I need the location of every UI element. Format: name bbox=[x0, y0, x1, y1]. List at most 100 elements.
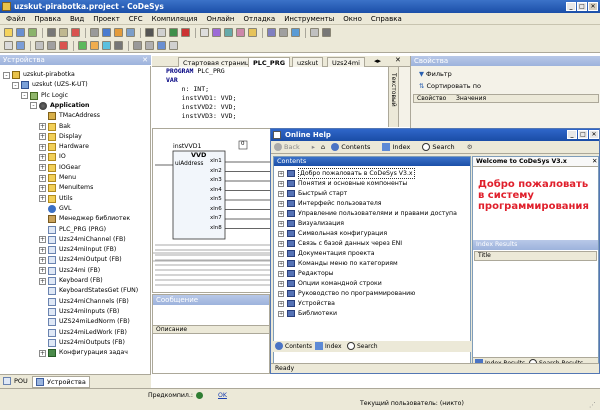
menu-item[interactable]: CFC bbox=[129, 15, 143, 23]
tree-item[interactable]: Менеджер библиотек bbox=[39, 214, 130, 224]
tree-item[interactable]: UZS24miLedNorm (FB) bbox=[39, 317, 130, 327]
tree-item[interactable]: + IOGear bbox=[39, 163, 81, 173]
fbd-editor[interactable]: instVVD1 0 VVD uiAddress xln1 xln2 xln3 xln… bbox=[152, 128, 277, 293]
toolbar-button-icon[interactable] bbox=[181, 28, 190, 37]
expand-icon[interactable]: + bbox=[39, 184, 46, 192]
toolbar-button-icon[interactable] bbox=[114, 28, 123, 37]
expand-icon[interactable]: + bbox=[278, 240, 284, 247]
resize-grip-icon[interactable]: ⋰ bbox=[589, 401, 596, 409]
menu-item[interactable]: Правка bbox=[34, 15, 61, 23]
expand-icon[interactable]: + bbox=[39, 246, 46, 254]
code-editor[interactable]: PROGRAM PLC_PRG VAR n: INT; instVVD1: VVD… bbox=[152, 67, 388, 127]
help-minimize-button[interactable]: _ bbox=[567, 130, 577, 139]
expand-icon[interactable]: + bbox=[278, 260, 284, 267]
toolbar-button-icon[interactable] bbox=[310, 28, 319, 37]
expand-icon[interactable]: + bbox=[278, 270, 284, 277]
precompile-status[interactable]: OK bbox=[218, 392, 227, 399]
text-view-tab[interactable]: Текстовый bbox=[390, 73, 397, 107]
messages-column-header[interactable]: Описание bbox=[153, 325, 269, 334]
toolbar-button-icon[interactable] bbox=[90, 28, 99, 37]
back-button[interactable]: Back bbox=[274, 143, 306, 151]
tree-item[interactable]: + IO bbox=[39, 152, 66, 162]
tree-item[interactable]: + Hardware bbox=[39, 142, 89, 152]
tree-item[interactable]: + Uzs24miInput (FB) bbox=[39, 245, 116, 255]
toolbar-button-icon[interactable] bbox=[291, 28, 300, 37]
tree-item[interactable]: + Uzs24miOutput (FB) bbox=[39, 255, 122, 265]
menu-item[interactable]: Онлайн bbox=[206, 15, 234, 23]
tree-item[interactable]: + Uzs24mi (FB) bbox=[39, 266, 100, 276]
toolbar-button-icon[interactable] bbox=[157, 28, 166, 37]
toolbar-button-icon[interactable] bbox=[47, 28, 56, 37]
tab-uzskut[interactable]: uzskut bbox=[292, 57, 324, 67]
tab-scroll-icon[interactable]: ◂▸ bbox=[374, 57, 381, 65]
expand-icon[interactable]: + bbox=[278, 280, 284, 287]
tab-index[interactable]: Index bbox=[315, 342, 342, 350]
toolbar-button-icon[interactable] bbox=[16, 41, 25, 50]
help-contents-item[interactable]: + Опции командной строки bbox=[278, 279, 382, 288]
expand-icon[interactable]: + bbox=[278, 310, 284, 317]
toolbar-button-icon[interactable] bbox=[224, 28, 233, 37]
collapse-icon[interactable]: - bbox=[30, 102, 37, 110]
expand-icon[interactable]: + bbox=[278, 170, 284, 177]
sort-dropdown[interactable]: ⇅ Сортировать по bbox=[419, 82, 481, 90]
editor-close-icon[interactable]: ✕ bbox=[395, 56, 401, 64]
expand-icon[interactable]: + bbox=[39, 349, 46, 357]
toolbar-button-icon[interactable] bbox=[126, 28, 135, 37]
expand-icon[interactable]: + bbox=[39, 195, 46, 203]
collapse-icon[interactable]: - bbox=[3, 71, 10, 79]
panel-close-icon[interactable]: ✕ bbox=[142, 55, 148, 65]
toolbar-button-icon[interactable] bbox=[59, 41, 68, 50]
welcome-tab[interactable]: Welcome to CoDeSys V3.x bbox=[473, 157, 598, 167]
toolbar-button-icon[interactable] bbox=[248, 28, 257, 37]
help-contents-item[interactable]: + Понятия и основные компоненты bbox=[278, 179, 407, 188]
expand-icon[interactable]: + bbox=[39, 174, 46, 182]
collapse-icon[interactable]: - bbox=[12, 81, 19, 89]
column-property[interactable]: Свойство bbox=[417, 95, 446, 102]
toolbar-button-icon[interactable] bbox=[90, 41, 99, 50]
tree-item[interactable]: - uzskut-pirabotka bbox=[3, 70, 75, 80]
menu-item[interactable]: Вид bbox=[70, 15, 84, 23]
help-contents-item[interactable]: + Символьная конфигурация bbox=[278, 229, 387, 238]
tab-devices[interactable]: Устройства bbox=[32, 376, 90, 388]
menu-item[interactable]: Компиляция bbox=[152, 15, 198, 23]
toolbar-button-icon[interactable] bbox=[212, 28, 221, 37]
toolbar-button-icon[interactable] bbox=[102, 28, 111, 37]
tree-item[interactable]: + Utils bbox=[39, 194, 73, 204]
tree-item[interactable]: TMacAddress bbox=[39, 111, 100, 121]
expand-icon[interactable]: + bbox=[39, 123, 46, 130]
tree-item[interactable]: - uzskut (UZS-K-UT) bbox=[12, 80, 88, 90]
tab-search[interactable]: Search bbox=[347, 342, 378, 350]
toolbar-button-icon[interactable] bbox=[4, 41, 13, 50]
editor-scrollbar[interactable] bbox=[398, 67, 410, 127]
help-contents-item[interactable]: + Быстрый старт bbox=[278, 189, 347, 198]
home-button[interactable]: ⌂ bbox=[321, 143, 325, 151]
toolbar-button-icon[interactable] bbox=[279, 28, 288, 37]
toolbar-button-icon[interactable] bbox=[114, 41, 123, 50]
tree-item[interactable]: - Application bbox=[30, 101, 89, 111]
expand-icon[interactable]: + bbox=[278, 190, 284, 197]
expand-icon[interactable]: + bbox=[39, 164, 46, 172]
toolbar-button-icon[interactable] bbox=[169, 41, 178, 50]
tree-item[interactable]: Uzs24miOutputs (FB) bbox=[39, 338, 125, 348]
toolbar-button-icon[interactable] bbox=[169, 28, 178, 37]
toolbar-button-icon[interactable] bbox=[133, 41, 142, 50]
expand-icon[interactable]: + bbox=[278, 290, 284, 297]
help-contents-item[interactable]: + Команды меню по категориям bbox=[278, 259, 398, 268]
tree-item[interactable]: - Plc Logic bbox=[21, 91, 68, 101]
tree-item[interactable]: Uzs24miLedWork (FB) bbox=[39, 328, 127, 338]
toolbar-button-icon[interactable] bbox=[102, 41, 111, 50]
toolbar-button-icon[interactable] bbox=[71, 28, 80, 37]
menu-item[interactable]: Справка bbox=[371, 15, 402, 23]
expand-icon[interactable]: + bbox=[39, 153, 46, 161]
search-button[interactable]: Search bbox=[422, 143, 460, 151]
toolbar-button-icon[interactable] bbox=[145, 28, 154, 37]
tree-item[interactable]: + Uzs24miChannel (FB) bbox=[39, 235, 126, 245]
tree-item[interactable]: KeyboardStatesGet (FUN) bbox=[39, 286, 138, 296]
help-contents-item[interactable]: + Редакторы bbox=[278, 269, 334, 278]
help-maximize-button[interactable]: □ bbox=[578, 130, 588, 139]
maximize-button[interactable]: □ bbox=[577, 2, 587, 11]
tree-item[interactable]: + Display bbox=[39, 132, 82, 142]
tree-item[interactable]: + Bak bbox=[39, 122, 71, 132]
help-contents-item[interactable]: + Визуализация bbox=[278, 219, 344, 228]
toolbar-button-icon[interactable] bbox=[16, 28, 25, 37]
